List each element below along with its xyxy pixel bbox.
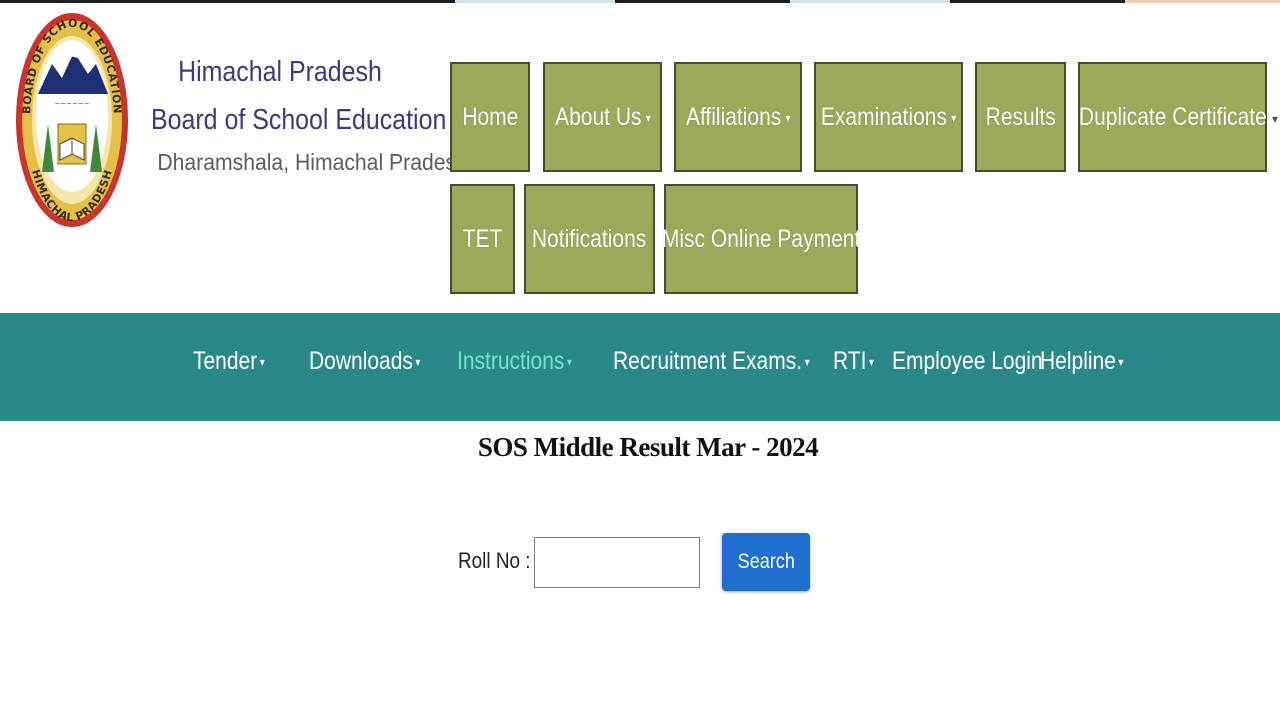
page-title: SOS Middle Result Mar - 2024 (477, 432, 819, 462)
board-seal-emblem: ~~~~~~ BOARD OF SCHOOL EDUCATION HIMACHA… (16, 13, 128, 227)
nav-helpline-link[interactable]: Helpline ▾ (1040, 347, 1123, 376)
roll-no-label: Roll No : (458, 548, 531, 573)
org-name-block: Himachal Pradesh Board of School Educati… (130, 48, 468, 180)
roll-no-input[interactable] (534, 537, 700, 588)
nav-tet-button[interactable]: TET (450, 184, 515, 294)
nav-notifications-button[interactable]: Notifications (524, 184, 655, 294)
org-title-line2: Board of School Education (151, 104, 447, 136)
chevron-down-icon: ▾ (951, 110, 957, 125)
nav-duplicate-certificate-button[interactable]: Duplicate Certificate (1078, 62, 1267, 172)
chevron-down-icon: ▾ (645, 110, 651, 125)
nav-rti-link[interactable]: RTI ▾ (833, 347, 874, 376)
top-rule (0, 0, 1280, 3)
org-title-line1: Himachal Pradesh (178, 56, 382, 88)
chevron-down-icon: ▾ (259, 355, 265, 370)
chevron-down-icon: ▾ (566, 355, 572, 370)
nav-about-us-button[interactable]: About Us ▾ (543, 62, 662, 172)
nav-affiliations-button[interactable]: Affiliations ▾ (674, 62, 802, 172)
svg-text:~~~~~~: ~~~~~~ (54, 100, 89, 108)
chevron-down-icon: ▾ (804, 355, 810, 370)
nav-tender-link[interactable]: Tender ▾ (193, 347, 265, 376)
nav-recruitment-exams-link[interactable]: Recruitment Exams. ▾ (613, 347, 810, 376)
board-logo[interactable]: ~~~~~~ BOARD OF SCHOOL EDUCATION HIMACHA… (14, 12, 130, 230)
chevron-down-icon: ▾ (868, 355, 875, 370)
nav-home-button[interactable]: Home (450, 62, 530, 172)
search-button[interactable]: Search (722, 533, 810, 591)
chevron-down-icon: ▾ (1118, 355, 1124, 370)
nav-employee-login-link[interactable]: Employee Login (892, 347, 1043, 376)
nav-results-button[interactable]: Results (975, 62, 1066, 172)
chevron-down-icon: ▾ (415, 355, 421, 370)
nav-misc-online-payment-button[interactable]: Misc Online Payment (662, 184, 860, 294)
nav-examinations-button[interactable]: Examinations ▾ (814, 62, 963, 172)
nav-downloads-link[interactable]: Downloads ▾ (309, 347, 420, 376)
chevron-down-icon: ▾ (785, 110, 791, 125)
chevron-icon: ▾ (1272, 112, 1279, 126)
org-location: Dharamshala, Himachal Pradesh (157, 149, 468, 175)
nav-instructions-link[interactable]: Instructions ▾ (457, 347, 572, 376)
